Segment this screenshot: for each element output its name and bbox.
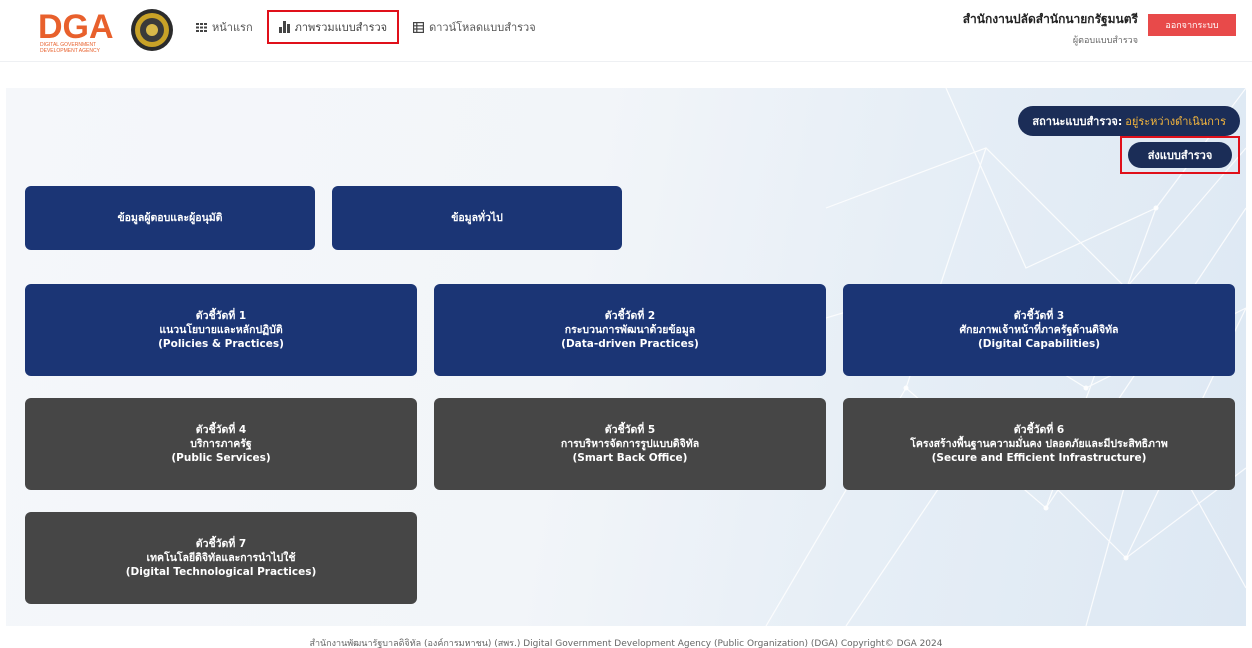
- indicator-english-name: (Data-driven Practices): [561, 338, 699, 350]
- indicator-thai-name: เทคโนโลยีดิจิทัลและการนำไปใช้: [146, 552, 296, 564]
- indicator-title: ตัวชี้วัดที่ 1: [195, 310, 247, 322]
- dga-logo-text: DGA: [38, 8, 114, 46]
- dga-logo-sub2: DEVELOPMENT AGENCY: [40, 48, 101, 54]
- indicator-thai-name: กระบวนการพัฒนาด้วยข้อมูล: [564, 324, 696, 336]
- top-header: DGA DIGITAL GOVERNMENT DEVELOPMENT AGENC…: [0, 0, 1252, 62]
- main-nav: หน้าแรก ภาพรวมแบบสำรวจ ดาวน์โหลดแบบสำรวจ: [190, 0, 550, 54]
- indicator-thai-name: แนวนโยบายและหลักปฏิบัติ: [159, 324, 283, 336]
- indicator-english-name: (Public Services): [171, 452, 271, 464]
- indicator-thai-name: ศักยภาพเจ้าหน้าที่ภาครัฐด้านดิจิทัล: [959, 324, 1119, 336]
- indicator-thai-name: บริการภาครัฐ: [190, 438, 252, 450]
- dga-logo[interactable]: DGA DIGITAL GOVERNMENT DEVELOPMENT AGENC…: [36, 6, 124, 54]
- indicator-title: ตัวชี้วัดที่ 4: [195, 424, 247, 436]
- bar-chart-icon: [278, 21, 290, 33]
- card-indicator-7[interactable]: ตัวชี้วัดที่ 7 เทคโนโลยีดิจิทัลและการนำไ…: [25, 512, 417, 604]
- survey-status-value: อยู่ระหว่างดำเนินการ: [1125, 115, 1226, 128]
- card-indicator-5[interactable]: ตัวชี้วัดที่ 5 การบริหารจัดการรูปแบบดิจิ…: [434, 398, 826, 490]
- indicator-english-name: (Digital Technological Practices): [125, 566, 317, 578]
- nav-survey-overview-label: ภาพรวมแบบสำรวจ: [294, 21, 388, 34]
- indicator-english-name: (Secure and Efficient Infrastructure): [931, 452, 1147, 464]
- submit-survey-highlight: ส่งแบบสำรวจ: [1120, 136, 1240, 174]
- nav-home-label: หน้าแรก: [212, 21, 253, 34]
- survey-status-badge: สถานะแบบสำรวจ: อยู่ระหว่างดำเนินการ: [1018, 106, 1240, 136]
- indicator-title: ตัวชี้วัดที่ 3: [1013, 310, 1065, 322]
- user-info: สำนักงานปลัดสำนักนายกรัฐมนตรี ผู้ตอบแบบส…: [963, 10, 1138, 47]
- nav-home[interactable]: หน้าแรก: [190, 12, 259, 42]
- card-indicator-4[interactable]: ตัวชี้วัดที่ 4 บริการภาครัฐ (Public Serv…: [25, 398, 417, 490]
- indicator-title: ตัวชี้วัดที่ 5: [604, 424, 656, 436]
- card-indicator-6[interactable]: ตัวชี้วัดที่ 6 โครงสร้างพื้นฐานความมั่นค…: [843, 398, 1235, 490]
- nav-download-survey[interactable]: ดาวน์โหลดแบบสำรวจ: [407, 12, 542, 42]
- indicator-title: ตัวชี้วัดที่ 2: [604, 310, 656, 322]
- survey-status-label: สถานะแบบสำรวจ:: [1032, 115, 1123, 128]
- nav-download-survey-label: ดาวน์โหลดแบบสำรวจ: [429, 21, 536, 34]
- logout-button[interactable]: ออกจากระบบ: [1148, 14, 1236, 36]
- nav-survey-overview[interactable]: ภาพรวมแบบสำรวจ: [266, 10, 400, 44]
- indicator-thai-name: โครงสร้างพื้นฐานความมั่นคง ปลอดภัยและมีป…: [910, 438, 1168, 450]
- card-indicator-3[interactable]: ตัวชี้วัดที่ 3 ศักยภาพเจ้าหน้าที่ภาครัฐด…: [843, 284, 1235, 376]
- card-respondent-info-label: ข้อมูลผู้ตอบและผู้อนุมัติ: [117, 212, 223, 224]
- footer-copyright: สำนักงานพัฒนารัฐบาลดิจิทัล (องค์การมหาชน…: [309, 639, 943, 648]
- indicator-title: ตัวชี้วัดที่ 6: [1013, 424, 1065, 436]
- card-indicator-1[interactable]: ตัวชี้วัดที่ 1 แนวนโยบายและหลักปฏิบัติ (…: [25, 284, 417, 376]
- indicator-thai-name: การบริหารจัดการรูปแบบดิจิทัล: [560, 438, 700, 450]
- indicator-title: ตัวชี้วัดที่ 7: [195, 538, 247, 550]
- grid-icon: [196, 22, 207, 32]
- indicator-english-name: (Smart Back Office): [572, 452, 688, 464]
- user-role: ผู้ตอบแบบสำรวจ: [1072, 36, 1138, 46]
- indicator-english-name: (Digital Capabilities): [977, 338, 1101, 350]
- government-seal-logo: [131, 9, 173, 51]
- indicator-english-name: (Policies & Practices): [158, 338, 284, 350]
- submit-survey-button[interactable]: ส่งแบบสำรวจ: [1128, 142, 1232, 168]
- card-general-info[interactable]: ข้อมูลทั่วไป: [332, 186, 622, 250]
- table-icon: [413, 21, 425, 33]
- card-indicator-2[interactable]: ตัวชี้วัดที่ 2 กระบวนการพัฒนาด้วยข้อมูล …: [434, 284, 826, 376]
- organization-name: สำนักงานปลัดสำนักนายกรัฐมนตรี: [962, 12, 1138, 26]
- survey-dashboard: สถานะแบบสำรวจ: อยู่ระหว่างดำเนินการ ส่งแ…: [6, 88, 1246, 626]
- card-respondent-info[interactable]: ข้อมูลผู้ตอบและผู้อนุมัติ: [25, 186, 315, 250]
- card-general-info-label: ข้อมูลทั่วไป: [451, 212, 503, 224]
